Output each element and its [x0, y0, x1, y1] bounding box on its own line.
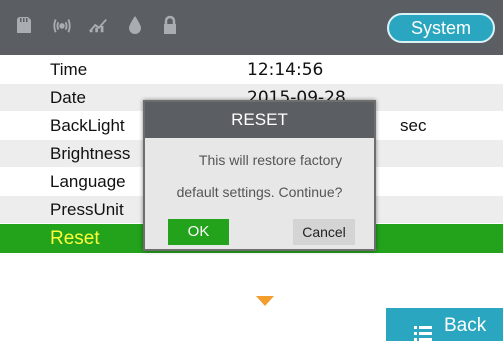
back-button[interactable]: Back: [386, 308, 503, 341]
settings-row-time[interactable]: Time 12:14:56: [0, 56, 503, 84]
settings-row-label: Time: [50, 60, 88, 79]
settings-row-label: PressUnit: [50, 200, 124, 219]
trend-icon: [88, 14, 108, 36]
settings-row-label: Date: [50, 88, 86, 107]
back-label: Back: [444, 315, 487, 336]
signal-icon: [52, 14, 72, 36]
sd-card-icon: [14, 14, 34, 36]
drop-icon: [125, 14, 145, 36]
dialog-message: This will restore factory default settin…: [145, 148, 374, 204]
settings-row-label: Reset: [50, 228, 100, 249]
system-button[interactable]: System: [387, 13, 495, 43]
time-value: 12:14:56: [247, 60, 324, 80]
dialog-message-line1: This will restore factory: [198, 152, 343, 168]
dialog-title: RESET: [145, 102, 374, 138]
ok-button[interactable]: OK: [168, 219, 229, 245]
cancel-button[interactable]: Cancel: [293, 219, 355, 245]
list-icon: [414, 319, 432, 341]
lock-icon: [160, 14, 180, 36]
backlight-unit: sec: [400, 116, 427, 135]
dialog-message-line2: default settings. Continue?: [176, 184, 343, 200]
reset-dialog: RESET This will restore factory default …: [143, 100, 376, 251]
settings-row-label: Language: [50, 172, 126, 191]
status-bar: System: [0, 0, 503, 55]
scroll-down-icon[interactable]: [256, 296, 274, 306]
settings-row-label: BackLight: [50, 116, 125, 135]
settings-row-label: Brightness: [50, 144, 131, 163]
